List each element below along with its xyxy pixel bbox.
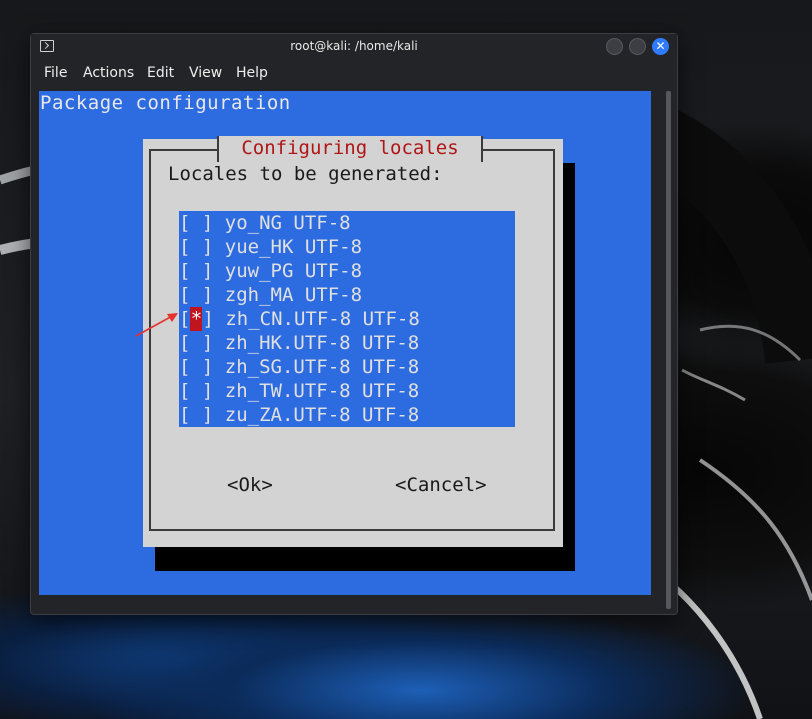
menu-file[interactable]: File xyxy=(44,65,67,81)
dialog-title: Configuring locales xyxy=(217,136,483,162)
menu-edit[interactable]: Edit xyxy=(147,65,174,81)
locale-label: yuw_PG UTF-8 xyxy=(224,260,363,282)
locale-label: zh_TW.UTF-8 UTF-8 xyxy=(224,380,420,402)
locale-item[interactable]: [ ] zgh_MA UTF-8 xyxy=(179,283,362,307)
locale-item[interactable]: [ ] zu_ZA.UTF-8 UTF-8 xyxy=(179,403,419,427)
selected-star-icon: * xyxy=(190,307,203,331)
cancel-button[interactable]: <Cancel> xyxy=(395,474,487,496)
package-config-header: Package configuration xyxy=(40,92,291,114)
locale-label: yue_HK UTF-8 xyxy=(224,236,363,258)
locale-label: zh_CN.UTF-8 UTF-8 xyxy=(225,308,420,330)
locale-item[interactable]: [ ] zh_HK.UTF-8 UTF-8 xyxy=(179,331,419,355)
window-title: root@kali: /home/kali xyxy=(290,39,418,53)
locale-item-selected[interactable]: [*] zh_CN.UTF-8 UTF-8 xyxy=(179,307,420,331)
locale-item[interactable]: [ ] yue_HK UTF-8 xyxy=(179,235,362,259)
locale-item[interactable]: [ ] yuw_PG UTF-8 xyxy=(179,259,362,283)
menu-actions[interactable]: Actions xyxy=(83,65,134,81)
locale-label: yo_NG UTF-8 xyxy=(224,212,351,234)
locale-item[interactable]: [ ] yo_NG UTF-8 xyxy=(179,211,351,235)
close-icon[interactable]: ✕ xyxy=(652,38,669,55)
checkbox[interactable]: [ ] xyxy=(179,331,225,355)
checkbox[interactable]: [ ] xyxy=(179,235,225,259)
locale-label: zu_ZA.UTF-8 UTF-8 xyxy=(224,404,420,426)
scrollbar-thumb[interactable] xyxy=(666,91,671,609)
locale-label: zh_SG.UTF-8 UTF-8 xyxy=(224,356,420,378)
checkbox[interactable]: [ ] xyxy=(179,211,225,235)
checkbox[interactable]: [ ] xyxy=(179,379,225,403)
maximize-icon[interactable] xyxy=(629,38,646,55)
checkbox[interactable]: [ ] xyxy=(179,259,225,283)
locale-item[interactable]: [ ] zh_TW.UTF-8 UTF-8 xyxy=(179,379,419,403)
locales-dialog: Configuring locales Locales to be genera… xyxy=(143,136,563,547)
checkbox-checked[interactable]: [*] xyxy=(179,307,225,331)
locale-label: zh_HK.UTF-8 UTF-8 xyxy=(224,332,420,354)
locale-item[interactable]: [ ] zh_SG.UTF-8 UTF-8 xyxy=(179,355,419,379)
terminal-area[interactable]: Package configuration Configuring locale… xyxy=(39,91,651,595)
menu-bar: File Actions Edit View Help xyxy=(31,60,677,86)
ok-button[interactable]: <Ok> xyxy=(227,474,273,496)
locale-list[interactable]: [ ] yo_NG UTF-8 [ ] yue_HK UTF-8 [ ] yuw… xyxy=(179,211,515,427)
dialog-prompt: Locales to be generated: xyxy=(168,163,443,185)
terminal-window[interactable]: root@kali: /home/kali ✕ File Actions Edi… xyxy=(30,33,678,615)
checkbox[interactable]: [ ] xyxy=(179,403,225,427)
terminal-scrollbar[interactable] xyxy=(666,91,671,609)
menu-view[interactable]: View xyxy=(189,65,222,81)
window-titlebar[interactable]: root@kali: /home/kali ✕ xyxy=(31,34,677,60)
menu-help[interactable]: Help xyxy=(236,65,268,81)
minimize-icon[interactable] xyxy=(606,38,623,55)
checkbox[interactable]: [ ] xyxy=(179,355,225,379)
locale-label: zgh_MA UTF-8 xyxy=(224,284,363,306)
checkbox[interactable]: [ ] xyxy=(179,283,225,307)
